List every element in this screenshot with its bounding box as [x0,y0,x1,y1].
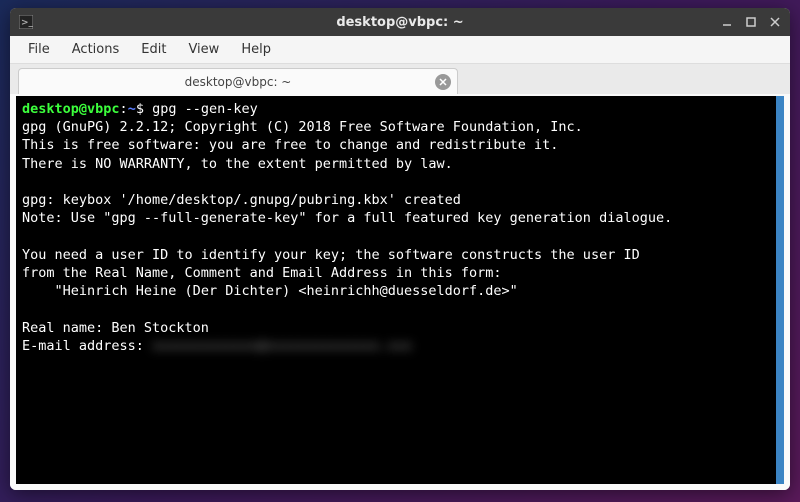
window-titlebar: >_ desktop@vbpc: ~ [10,8,790,36]
prompt-userhost: desktop@vbpc [22,101,120,117]
menu-file[interactable]: File [18,38,60,61]
tab-terminal[interactable]: desktop@vbpc: ~ [18,68,458,94]
window-controls [718,8,784,36]
output-line [22,228,770,246]
close-button[interactable] [766,13,784,31]
prompt-line: desktop@vbpc:~$ gpg --gen-key [22,100,770,118]
terminal-output[interactable]: desktop@vbpc:~$ gpg --gen-key gpg (GnuPG… [16,96,784,484]
window-title: desktop@vbpc: ~ [336,15,463,30]
menu-view[interactable]: View [178,38,229,61]
terminal-app-icon: >_ [18,14,34,30]
tab-label: desktop@vbpc: ~ [185,75,292,89]
minimize-button[interactable] [718,13,736,31]
output-line: "Heinrich Heine (Der Dichter) <heinrichh… [22,282,770,300]
output-line: gpg (GnuPG) 2.2.12; Copyright (C) 2018 F… [22,118,770,136]
tab-close-icon[interactable] [435,74,451,90]
output-line [22,300,770,318]
output-line: There is NO WARRANTY, to the extent perm… [22,155,770,173]
terminal-container: desktop@vbpc:~$ gpg --gen-key gpg (GnuPG… [10,94,790,490]
menu-edit[interactable]: Edit [131,38,176,61]
realname-label: Real name: [22,320,111,336]
menu-actions[interactable]: Actions [62,38,130,61]
email-label: E-mail address: [22,338,152,354]
output-line: Note: Use "gpg --full-generate-key" for … [22,209,770,227]
output-line: You need a user ID to identify your key;… [22,246,770,264]
output-line: This is free software: you are free to c… [22,136,770,154]
tabbar: desktop@vbpc: ~ [10,64,790,94]
email-line: E-mail address: xxxxxxxxxxxxx@xxxxxxxxxx… [22,337,770,355]
svg-text:>_: >_ [21,18,33,28]
menubar: File Actions Edit View Help [10,36,790,64]
realname-value: Ben Stockton [111,320,209,336]
command-text: gpg --gen-key [152,101,258,117]
terminal-window: >_ desktop@vbpc: ~ File Actions Edit Vie… [10,8,790,490]
output-line: from the Real Name, Comment and Email Ad… [22,264,770,282]
prompt-path: ~ [128,101,136,117]
realname-line: Real name: Ben Stockton [22,319,770,337]
output-line [22,173,770,191]
maximize-button[interactable] [742,13,760,31]
output-line: gpg: keybox '/home/desktop/.gnupg/pubrin… [22,191,770,209]
email-value-redacted: xxxxxxxxxxxxx@xxxxxxxxxxxxxx.xxx [152,337,412,355]
menu-help[interactable]: Help [231,38,281,61]
